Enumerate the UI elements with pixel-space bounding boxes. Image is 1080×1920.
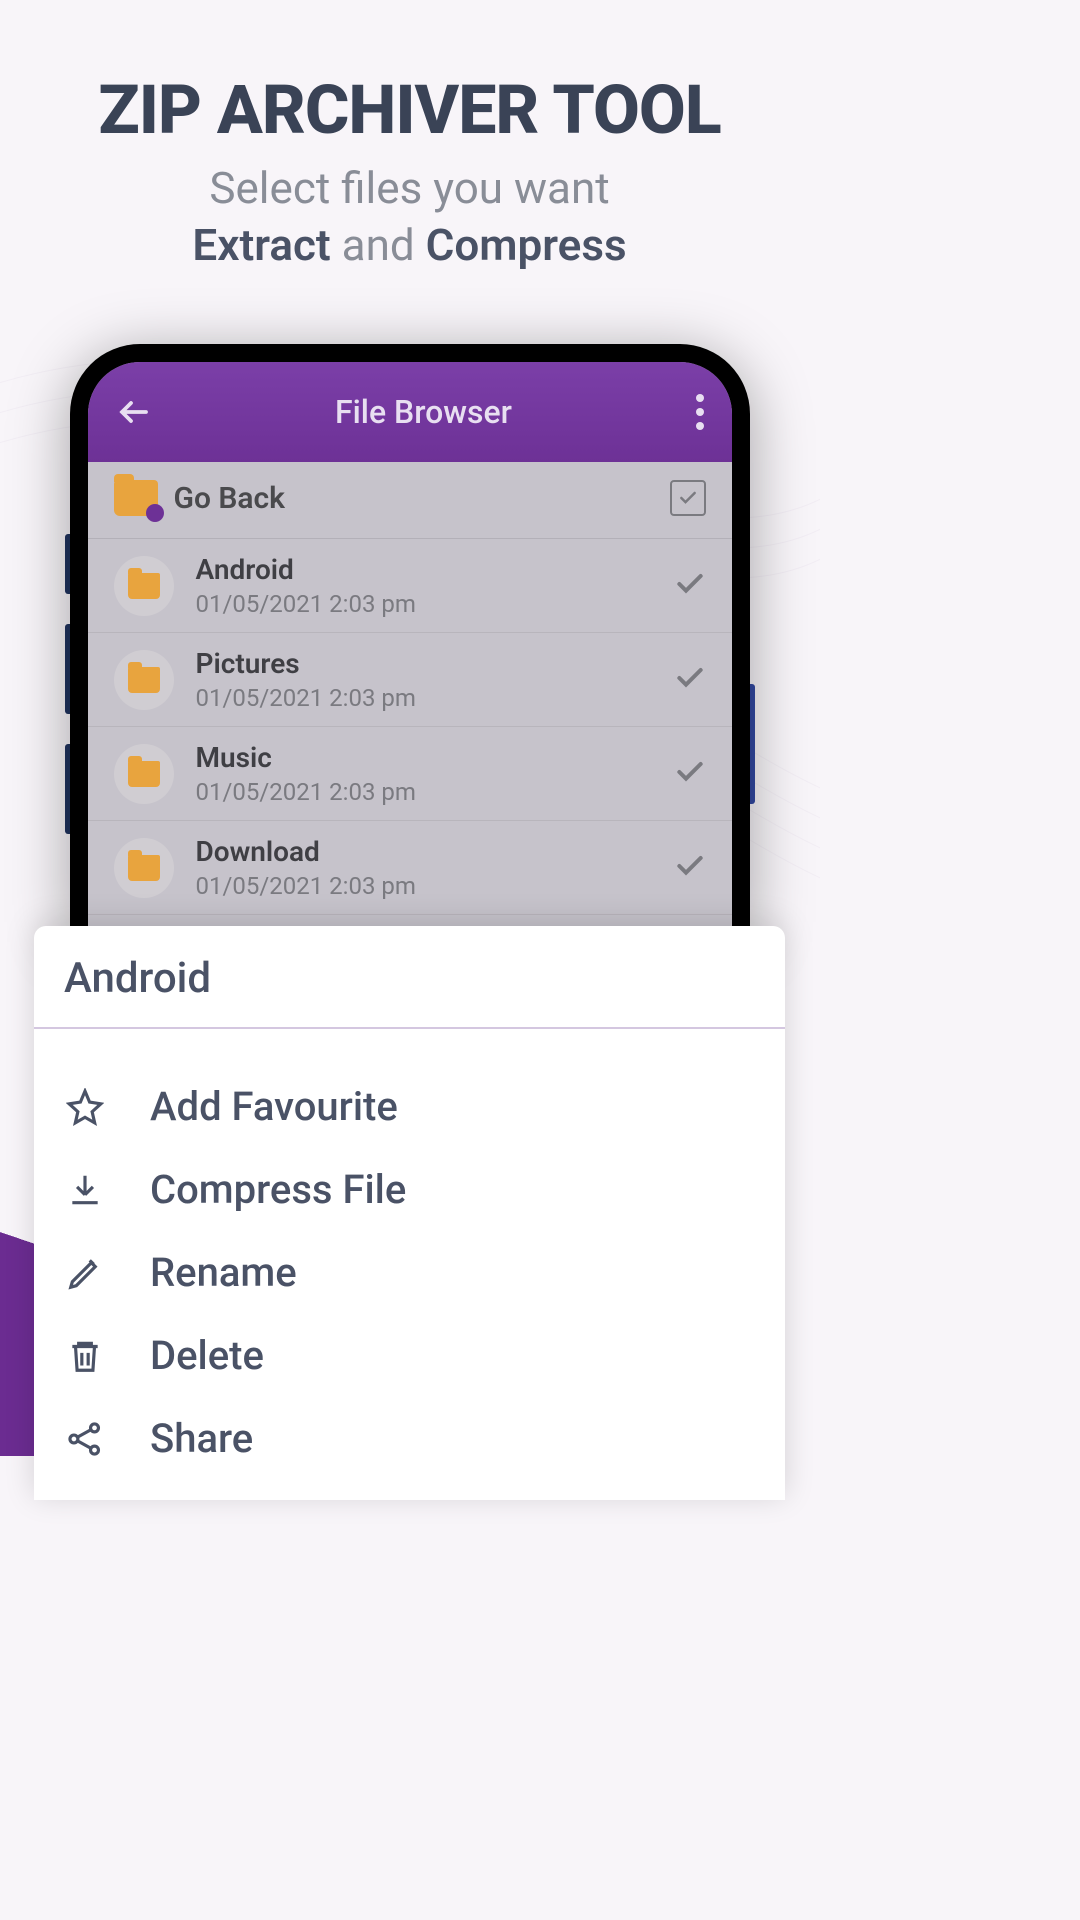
menu-item-label: Share [150,1415,253,1462]
page-title: ZIP ARCHIVER TOOL [20,70,799,150]
folder-icon [114,556,174,616]
page-subtitle: Select files you want Extract and Compre… [20,160,799,274]
star-icon [64,1086,106,1128]
menu-item-label: Compress File [150,1166,406,1213]
file-row[interactable]: Download 01/05/2021 2:03 pm [88,821,732,915]
folder-icon [114,744,174,804]
phone-screen: File Browser Go Back Android 01/05/2021 … [88,362,732,932]
menu-item-add-favourite[interactable]: Add Favourite [64,1065,755,1148]
context-menu-sheet: Android Add Favourite Compress File Rena… [34,926,785,1500]
menu-item-label: Rename [150,1249,297,1296]
check-icon[interactable] [674,854,706,882]
file-date: 01/05/2021 2:03 pm [196,872,652,900]
file-row[interactable]: Pictures 01/05/2021 2:03 pm [88,633,732,727]
file-date: 01/05/2021 2:03 pm [196,684,652,712]
menu-item-share[interactable]: Share [64,1397,755,1480]
check-icon[interactable] [674,666,706,694]
app-title: File Browser [152,393,696,431]
trash-icon [64,1335,106,1377]
file-name: Android [196,553,652,586]
go-back-label: Go Back [174,481,654,516]
folder-icon [114,650,174,710]
pencil-icon [64,1252,106,1294]
check-icon[interactable] [674,572,706,600]
go-back-row[interactable]: Go Back [88,462,732,539]
phone-frame: File Browser Go Back Android 01/05/2021 … [70,344,750,932]
file-name: Pictures [196,647,652,680]
file-name: Music [196,741,652,774]
menu-item-label: Add Favourite [150,1083,398,1130]
file-date: 01/05/2021 2:03 pm [196,778,652,806]
menu-item-compress-file[interactable]: Compress File [64,1148,755,1231]
app-header: File Browser [88,362,732,462]
file-row[interactable]: Music 01/05/2021 2:03 pm [88,727,732,821]
download-icon [64,1169,106,1211]
file-row[interactable]: Android 01/05/2021 2:03 pm [88,539,732,633]
select-all-checkbox[interactable] [670,480,706,516]
menu-item-label: Delete [150,1332,264,1379]
menu-item-delete[interactable]: Delete [64,1314,755,1397]
sheet-title: Android [34,926,785,1029]
menu-item-rename[interactable]: Rename [64,1231,755,1314]
share-icon [64,1418,106,1460]
folder-icon [114,838,174,898]
menu-dots-icon[interactable] [696,394,704,430]
folder-up-icon [114,480,158,516]
file-date: 01/05/2021 2:03 pm [196,590,652,618]
back-arrow-icon[interactable] [116,394,152,430]
file-name: Download [196,835,652,868]
check-icon[interactable] [674,760,706,788]
